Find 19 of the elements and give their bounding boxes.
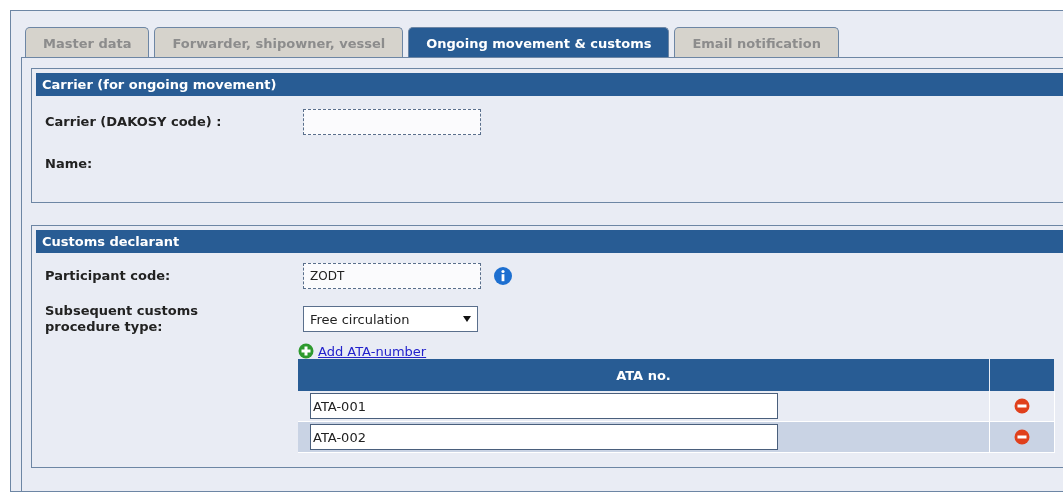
input-field[interactable] bbox=[303, 109, 481, 135]
column-header: ATA no. bbox=[298, 359, 990, 391]
tab[interactable]: Ongoing movement & customs bbox=[408, 27, 670, 57]
caret-icon bbox=[463, 316, 471, 322]
input-field[interactable]: ATA-001 bbox=[310, 393, 778, 419]
info-icon[interactable] bbox=[493, 266, 513, 286]
section-header: Customs declarant bbox=[36, 230, 1063, 253]
input-field[interactable]: ZODT bbox=[303, 263, 481, 289]
remove-icon[interactable] bbox=[1014, 398, 1030, 414]
field-label: Subsequent customs procedure type: bbox=[45, 302, 199, 336]
field-label: Participant code: bbox=[45, 267, 172, 285]
field-label: Name: bbox=[45, 155, 94, 173]
add-icon[interactable] bbox=[298, 343, 314, 359]
section-header: Carrier (for ongoing movement) bbox=[36, 73, 1063, 96]
add-link[interactable]: Add ATA-number bbox=[318, 343, 427, 359]
field-label: Carrier (DAKOSY code) : bbox=[45, 113, 223, 131]
input-field[interactable]: ATA-002 bbox=[310, 424, 778, 450]
remove-icon[interactable] bbox=[1014, 429, 1030, 445]
dropdown[interactable]: Free circulation bbox=[303, 306, 478, 332]
